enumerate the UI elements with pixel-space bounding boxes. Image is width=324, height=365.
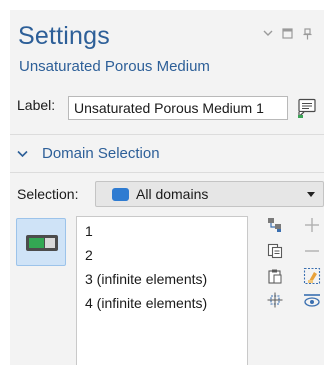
dropdown-arrow-icon <box>307 192 315 197</box>
group-by-continuous-tangent-icon[interactable] <box>266 216 284 234</box>
label-field-label: Label: <box>17 97 56 113</box>
label-input[interactable] <box>68 96 288 120</box>
selection-label: Selection: <box>17 186 79 202</box>
section-title: Domain Selection <box>42 145 160 162</box>
divider <box>10 134 324 135</box>
selection-value: All domains <box>136 186 209 202</box>
selection-color-swatch <box>112 188 129 201</box>
list-item[interactable]: 4 (infinite elements) <box>85 295 207 311</box>
list-item[interactable]: 3 (infinite elements) <box>85 271 207 287</box>
chevron-down-icon[interactable] <box>262 28 273 39</box>
label-options-button[interactable] <box>296 97 318 119</box>
toggle-switch-icon <box>26 235 58 251</box>
remove-icon[interactable] <box>303 242 321 260</box>
selection-dropdown[interactable]: All domains <box>95 181 324 207</box>
window-controls <box>262 27 313 39</box>
paste-icon[interactable] <box>266 267 284 285</box>
domain-list[interactable]: 1 2 3 (infinite elements) 4 (infinite el… <box>76 216 248 365</box>
page-subtitle: Unsaturated Porous Medium <box>19 58 210 75</box>
chevron-down-icon <box>17 150 28 157</box>
zoom-to-selection-icon[interactable] <box>266 291 284 309</box>
active-selection-toggle[interactable] <box>16 218 66 266</box>
clear-selection-icon[interactable] <box>303 267 321 285</box>
copy-icon[interactable] <box>266 242 284 260</box>
pin-icon[interactable] <box>302 27 313 39</box>
add-icon[interactable] <box>303 216 321 234</box>
edit-label-icon <box>298 98 316 118</box>
show-selection-icon[interactable] <box>303 291 321 309</box>
divider <box>10 172 324 173</box>
page-title: Settings <box>18 22 110 50</box>
maximize-icon[interactable] <box>282 28 293 39</box>
domain-selection-header[interactable]: Domain Selection <box>17 145 160 162</box>
list-item[interactable]: 1 <box>85 223 93 239</box>
list-item[interactable]: 2 <box>85 247 93 263</box>
